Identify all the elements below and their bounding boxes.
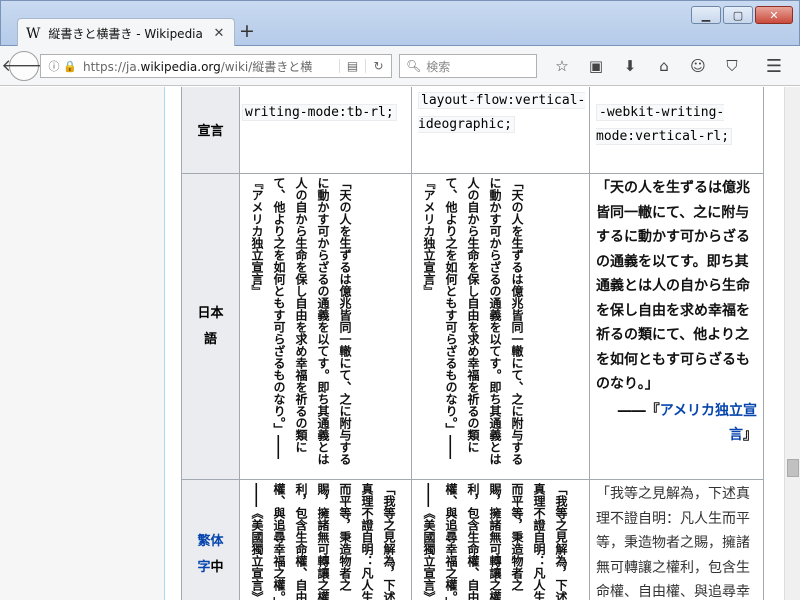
search-placeholder: 検索 (426, 59, 451, 74)
table-cell: -webkit-writing-mode:vertical-rl; (589, 87, 764, 174)
row-header-declaration: 宣言 (181, 87, 240, 174)
bookmarks-library-icon[interactable]: ▣ (579, 54, 613, 78)
navigation-bar: 🡐 ⓘ 🔒 https://ja.wikipedia.org/wiki/縦書きと… (0, 46, 800, 86)
writing-mode-table: 宣言 writing-mode:tb-rl; layout-flow:verti… (181, 87, 764, 600)
left-sidebar (0, 87, 165, 600)
toolbar: ☆ ▣ ⬇ ⌂ ☺ ⛉ ☰ (545, 54, 791, 78)
table-cell: writing-mode:tb-rl; (239, 87, 412, 174)
minimize-button[interactable]: ▁ (691, 6, 721, 24)
title-bar: W 縦書きと横書き - Wikipedia ✕ + ▁ ▢ ✕ (0, 0, 800, 48)
url-bar[interactable]: ⓘ 🔒 https://ja.wikipedia.org/wiki/縦書きと横 … (40, 54, 392, 78)
reload-icon[interactable]: ↻ (365, 59, 391, 73)
lock-icon: 🔒 (63, 59, 77, 73)
vertical-text: 「天の人を生ずるは億兆皆同一轍にて、之に附与するに動かす可からざるの通義を以てす… (422, 177, 524, 465)
hello-smiley-icon[interactable]: ☺ (681, 54, 715, 78)
code-snippet: writing-mode:tb-rl; (242, 104, 397, 121)
pocket-icon[interactable]: ⛉ (715, 54, 749, 78)
window-controls: ▁ ▢ ✕ (691, 6, 793, 24)
table-cell: 「天の人を生ずるは億兆皆同一轍にて、之に附与するに動かす可からざるの通義を以てす… (411, 173, 590, 480)
url-text[interactable]: https://ja.wikipedia.org/wiki/縦書きと横 (77, 58, 339, 75)
search-input[interactable]: 🔍︎ 検索 (399, 54, 537, 78)
info-icon[interactable]: ⓘ (45, 58, 63, 74)
vertical-text-block: 「天の人を生ずるは億兆皆同一轍にて、之に附与するに動かす可からざるの通義を以てす… (246, 177, 405, 475)
search-icon: 🔍︎ (406, 59, 422, 73)
table-cell: 「我等之見解為，下述真理不證自明：凡人生而平等，秉造物者之賜，擁諸無可轉讓之權利… (411, 479, 590, 600)
reader-view-icon[interactable]: ▤ (339, 59, 365, 73)
download-icon[interactable]: ⬇ (613, 54, 647, 78)
attribution: ――『アメリカ独立宣言』 (617, 402, 757, 444)
horizontal-text: 「我等之見解為，下述真理不證自明：凡人生而平等，秉造物者之賜，擁諸無可轉讓之權利… (596, 486, 750, 600)
home-icon[interactable]: ⌂ (647, 54, 681, 78)
row-header-japanese: 日本語 (181, 173, 240, 480)
new-tab-icon[interactable]: + (239, 21, 255, 41)
vertical-text: 「天の人を生ずるは億兆皆同一轍にて、之に附与するに動かす可からざるの通義を以てす… (250, 177, 352, 465)
tab-title: 縦書きと横書き - Wikipedia (48, 27, 203, 41)
table-cell: 「天の人を生ずるは億兆皆同一轍にて、之に附与するに動かす可からざるの通義を以てす… (589, 173, 764, 480)
back-button[interactable]: 🡐 (1, 51, 47, 81)
close-window-button[interactable]: ✕ (755, 6, 793, 24)
vertical-scrollbar[interactable] (784, 87, 800, 600)
maximize-button[interactable]: ▢ (723, 6, 753, 24)
table-row: 宣言 writing-mode:tb-rl; layout-flow:verti… (181, 87, 764, 174)
page-content: 宣言 writing-mode:tb-rl; layout-flow:verti… (0, 87, 784, 600)
vertical-text: 「我等之見解為，下述真理不證自明：凡人生而平等，秉造物者之賜，擁諸無可轉讓之權利… (422, 483, 568, 600)
table-cell: 「我等之見解為，下述真理不證自明：凡人生而平等，秉造物者之賜，擁諸無可轉讓之權利… (239, 479, 412, 600)
vertical-text: 「我等之見解為，下述真理不證自明：凡人生而平等，秉造物者之賜，擁諸無可轉讓之權利… (250, 483, 396, 600)
scrollbar-thumb[interactable] (787, 459, 799, 477)
wikipedia-favicon-icon: W (26, 25, 41, 42)
table-cell: 「我等之見解為，下述真理不證自明：凡人生而平等，秉造物者之賜，擁諸無可轉讓之權利… (589, 479, 764, 600)
table-cell: layout-flow:vertical-ideographic; (411, 87, 590, 174)
tab-close-icon[interactable]: ✕ (212, 26, 226, 41)
vertical-text-block: 「天の人を生ずるは億兆皆同一轍にて、之に附与するに動かす可からざるの通義を以てす… (418, 177, 583, 475)
browser-tab[interactable]: W 縦書きと横書き - Wikipedia ✕ (17, 18, 235, 48)
hamburger-menu-icon[interactable]: ☰ (757, 54, 791, 78)
row-header-traditional-chinese: 繁体字中 (181, 479, 240, 600)
horizontal-text: 「天の人を生ずるは億兆皆同一轍にて、之に附与するに動かす可からざるの通義を以てす… (596, 180, 750, 392)
code-snippet: -webkit-writing-mode:vertical-rl; (596, 104, 733, 145)
bookmark-star-icon[interactable]: ☆ (545, 54, 579, 78)
code-snippet: layout-flow:vertical-ideographic; (418, 92, 586, 133)
table-row: 繁体字中 「我等之見解為，下述真理不證自明：凡人生而平等，秉造物者之賜，擁諸無可… (181, 479, 764, 600)
table-row: 日本語 「天の人を生ずるは億兆皆同一轍にて、之に附与するに動かす可からざるの通義… (181, 173, 764, 480)
table-cell: 「天の人を生ずるは億兆皆同一轍にて、之に附与するに動かす可からざるの通義を以てす… (239, 173, 412, 480)
